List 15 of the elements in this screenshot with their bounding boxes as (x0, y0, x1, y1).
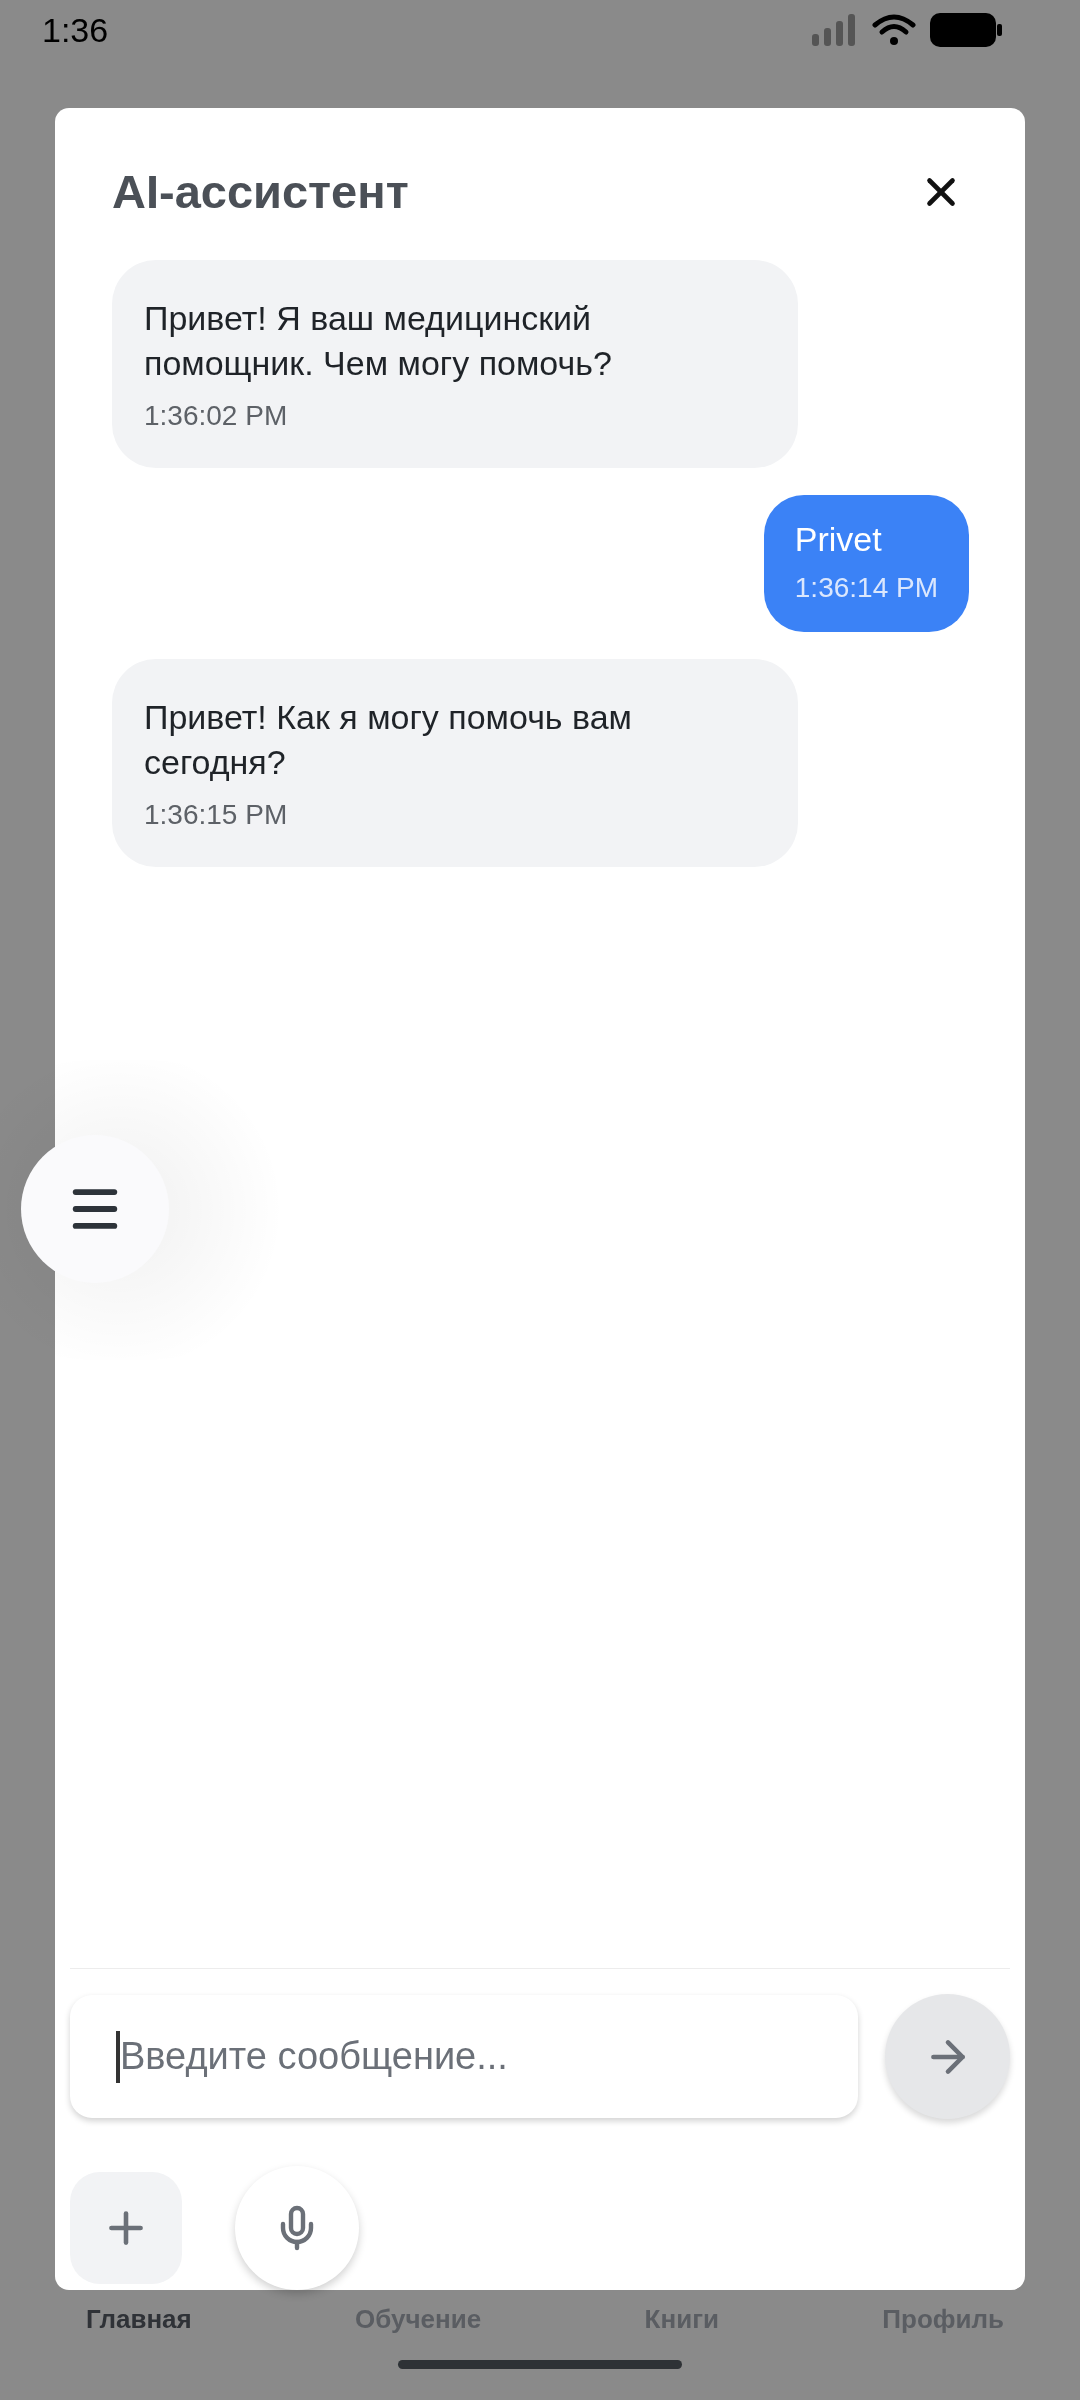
message-time: 1:36:15 PM (144, 798, 289, 832)
message-time: 1:36:02 PM (144, 399, 289, 433)
wifi-icon (872, 13, 916, 47)
signal-icon (812, 14, 858, 46)
microphone-button[interactable] (235, 2166, 359, 2290)
battery-icon (930, 13, 1002, 47)
status-time: 1:36 (42, 9, 109, 51)
message-input-field[interactable]: Введите сообщение... (70, 1995, 858, 2118)
nav-tab[interactable]: Главная (86, 2302, 192, 2336)
dialog-title: AI-ассистент (112, 164, 409, 220)
message-text: Привет! Я ваш медицинский помощник. Чем могу помочь? (144, 298, 613, 384)
text-cursor (116, 2031, 120, 2083)
message-text: Privet (794, 519, 883, 560)
message-text: Привет! Как я могу помочь вам сегодня? (144, 697, 633, 783)
message-time: 1:36:14 PM (794, 571, 938, 605)
